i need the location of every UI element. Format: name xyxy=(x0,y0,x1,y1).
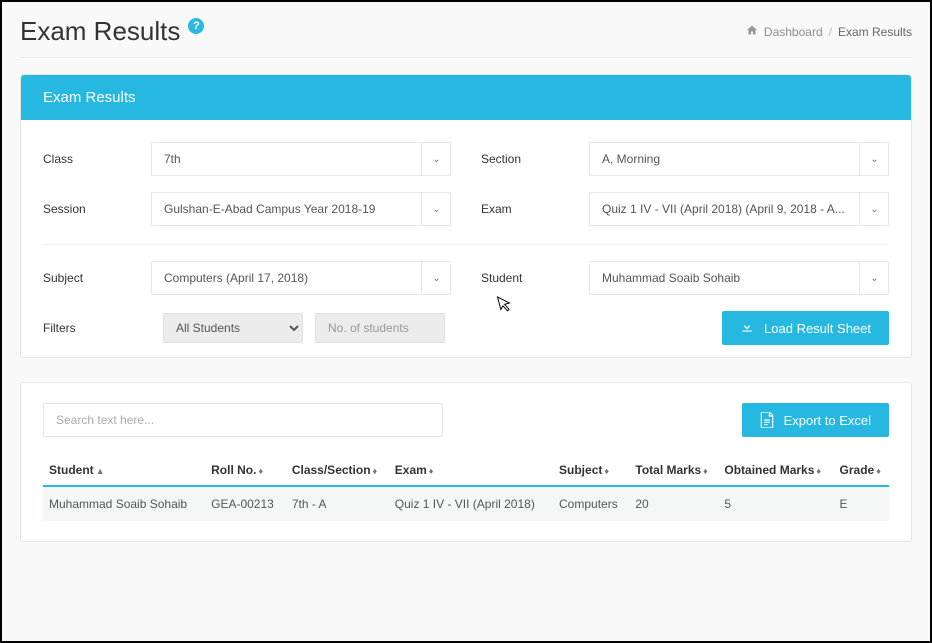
sort-icon: ♦ xyxy=(258,466,261,476)
sort-icon: ♦ xyxy=(429,466,432,476)
table-row[interactable]: Muhammad Soaib Sohaib GEA-00213 7th - A … xyxy=(43,486,889,521)
session-label: Session xyxy=(43,202,151,216)
load-button-label: Load Result Sheet xyxy=(764,321,871,336)
cell-total: 20 xyxy=(629,486,718,521)
export-to-excel-button[interactable]: Export to Excel xyxy=(742,403,889,437)
sort-icon: ♦ xyxy=(876,466,879,476)
sort-icon: ♦ xyxy=(816,466,819,476)
help-icon[interactable]: ? xyxy=(188,18,204,34)
breadcrumb-current: Exam Results xyxy=(838,25,912,39)
cell-subject: Computers xyxy=(553,486,629,521)
col-subject[interactable]: Subject♦ xyxy=(553,455,629,486)
cell-classsec: 7th - A xyxy=(286,486,389,521)
col-total[interactable]: Total Marks♦ xyxy=(629,455,718,486)
home-icon xyxy=(746,24,758,39)
breadcrumb: Dashboard / Exam Results xyxy=(746,24,912,39)
search-input[interactable] xyxy=(43,403,443,437)
cell-roll: GEA-00213 xyxy=(205,486,286,521)
sort-icon: ♦ xyxy=(373,466,376,476)
load-result-sheet-button[interactable]: Load Result Sheet xyxy=(722,311,889,345)
class-label: Class xyxy=(43,152,151,166)
subject-label: Subject xyxy=(43,271,151,285)
breadcrumb-separator: / xyxy=(829,25,832,39)
page-title: Exam Results xyxy=(20,16,180,47)
col-exam[interactable]: Exam♦ xyxy=(389,455,553,486)
col-obtained[interactable]: Obtained Marks♦ xyxy=(718,455,833,486)
filter-panel: Exam Results Class 7th ⌄ Section A, Morn… xyxy=(20,74,912,358)
cell-student: Muhammad Soaib Sohaib xyxy=(43,486,205,521)
results-table: Student▲ Roll No.♦ Class/Section♦ Exam♦ … xyxy=(43,455,889,521)
sort-asc-icon: ▲ xyxy=(96,466,103,476)
subject-select[interactable]: Computers (April 17, 2018) ⌄ xyxy=(151,261,451,295)
col-classsec[interactable]: Class/Section♦ xyxy=(286,455,389,486)
filters-label: Filters xyxy=(43,321,151,335)
col-roll[interactable]: Roll No.♦ xyxy=(205,455,286,486)
results-panel: Export to Excel Student▲ Roll No.♦ Class… xyxy=(20,382,912,542)
sort-icon: ♦ xyxy=(703,466,706,476)
export-button-label: Export to Excel xyxy=(784,413,871,428)
file-icon xyxy=(760,412,774,428)
students-count-input[interactable] xyxy=(315,313,445,343)
session-select[interactable]: Gulshan-E-Abad Campus Year 2018-19 ⌄ xyxy=(151,192,451,226)
cell-grade: E xyxy=(834,486,889,521)
col-student[interactable]: Student▲ xyxy=(43,455,205,486)
divider xyxy=(43,244,889,245)
filters-select[interactable]: All Students xyxy=(163,313,303,343)
panel-title: Exam Results xyxy=(21,75,911,120)
student-select[interactable]: Muhammad Soaib Sohaib ⌄ xyxy=(589,261,889,295)
col-grade[interactable]: Grade♦ xyxy=(834,455,889,486)
exam-label: Exam xyxy=(481,202,589,216)
page-header: Exam Results ? Dashboard / Exam Results xyxy=(20,12,912,58)
exam-select[interactable]: Quiz 1 IV - VII (April 2018) (April 9, 2… xyxy=(589,192,889,226)
section-label: Section xyxy=(481,152,589,166)
breadcrumb-dashboard[interactable]: Dashboard xyxy=(764,25,823,39)
sort-icon: ♦ xyxy=(604,466,607,476)
class-select[interactable]: 7th ⌄ xyxy=(151,142,451,176)
section-select[interactable]: A, Morning ⌄ xyxy=(589,142,889,176)
download-icon xyxy=(740,320,754,337)
cell-obtained: 5 xyxy=(718,486,833,521)
student-label: Student xyxy=(481,271,589,285)
cell-exam: Quiz 1 IV - VII (April 2018) xyxy=(389,486,553,521)
